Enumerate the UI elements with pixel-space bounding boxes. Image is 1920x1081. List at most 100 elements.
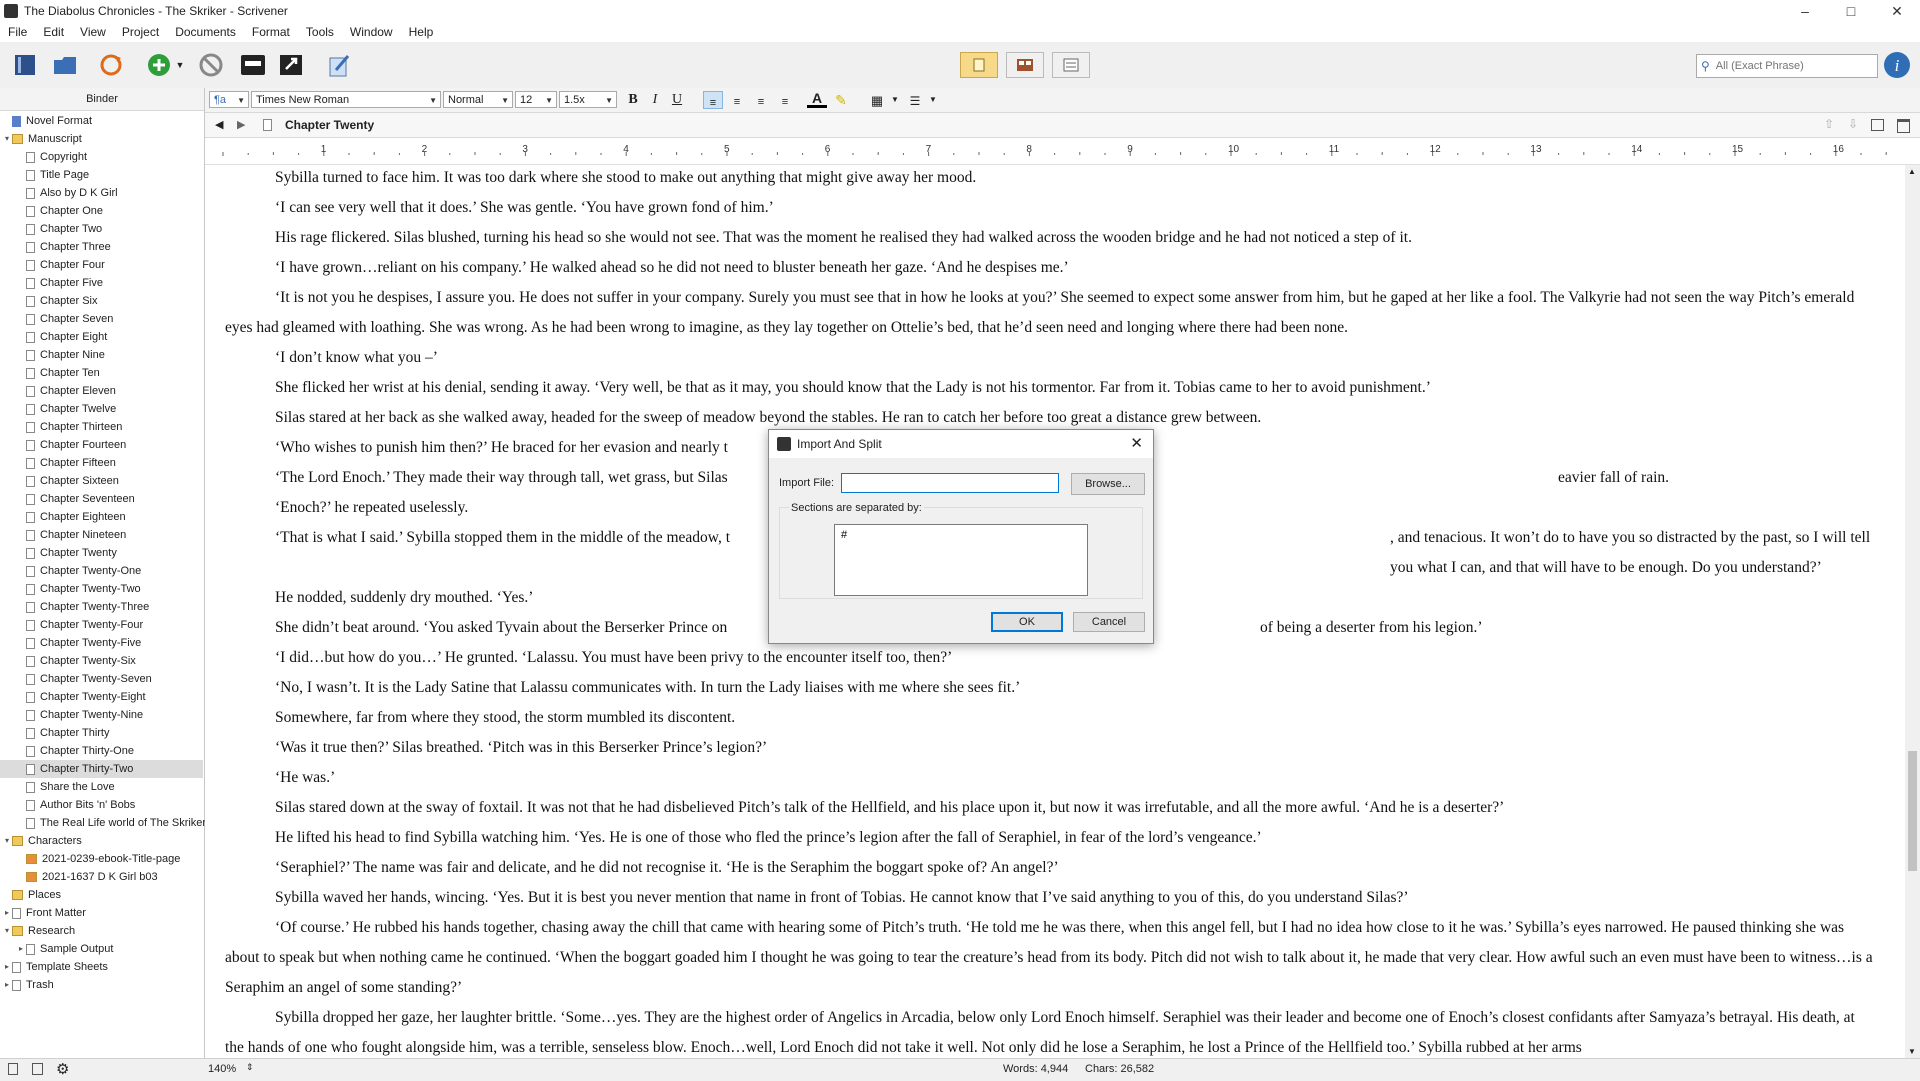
binder-item[interactable]: 2021-1637 D K Girl b03 [0,868,203,886]
info-button[interactable]: i [1882,50,1912,80]
binder-item[interactable]: Chapter Seven [0,310,203,328]
text-color-button[interactable]: A [807,91,827,108]
list-button[interactable]: ☰ [905,91,925,109]
ok-button[interactable]: OK [991,612,1063,632]
split-vertical-icon[interactable] [1871,119,1884,131]
search-input[interactable] [1713,59,1877,73]
binder-item[interactable]: Chapter Nine [0,346,203,364]
trash-button[interactable] [194,48,228,82]
chevron-right-icon[interactable]: ▸ [2,958,12,976]
menu-format[interactable]: Format [244,25,298,39]
ruler[interactable]: 1 2 3 4 5 6 7 8 9 10 11 12 13 14 15 16 [205,138,1920,165]
composition-mode-button[interactable] [236,48,270,82]
binder-item[interactable]: Chapter Sixteen [0,472,203,490]
close-icon[interactable]: ✕ [1130,434,1143,452]
binder-item[interactable]: Chapter Twenty-Nine [0,706,203,724]
binder-item[interactable]: Chapter Thirteen [0,418,203,436]
menu-tools[interactable]: Tools [298,25,342,39]
bold-button[interactable]: B [623,91,643,109]
binder-item[interactable]: Copyright [0,148,203,166]
chevron-down-icon[interactable]: ▾ [2,832,12,850]
chevron-right-icon[interactable]: ▸ [16,940,26,958]
menu-project[interactable]: Project [114,25,167,39]
up-arrow-icon[interactable]: ⇧ [1824,117,1834,131]
line-spacing-select[interactable]: 1.5x ▼ [559,91,617,108]
editor-scrollbar[interactable]: ▲ ▼ [1905,165,1920,1058]
font-style-select[interactable]: Normal ▼ [443,91,513,108]
list-dropdown[interactable]: ▼ [927,91,939,109]
binder-item[interactable]: Chapter Twenty [0,544,203,562]
zoom-value[interactable]: 140% [208,1063,236,1075]
binder-item[interactable]: Title Page [0,166,203,184]
settings-gear-icon[interactable]: ⚙ [56,1060,69,1078]
align-right-button[interactable]: ≡ [775,91,795,109]
menu-documents[interactable]: Documents [167,25,244,39]
menu-file[interactable]: File [0,25,35,39]
binder-item[interactable]: Chapter Eight [0,328,203,346]
italic-button[interactable]: I [645,91,665,109]
binder-item[interactable]: ▾ Manuscript [0,130,203,148]
binder-item[interactable]: Places [0,886,203,904]
binder-item[interactable]: Chapter Seventeen [0,490,203,508]
binder-item[interactable]: Chapter Fourteen [0,436,203,454]
chevron-down-icon[interactable]: ▾ [2,922,12,940]
maximize-icon[interactable]: □ [1828,0,1874,22]
binder-item[interactable]: Chapter Five [0,274,203,292]
outliner-view-button[interactable] [1052,52,1090,78]
split-horizontal-icon[interactable] [1897,119,1910,133]
menu-help[interactable]: Help [401,25,442,39]
binder-item[interactable]: Chapter Thirty [0,724,203,742]
zoom-stepper-icon[interactable]: ⇕ [246,1062,254,1073]
binder-item[interactable]: Chapter Twenty-Four [0,616,203,634]
browse-button[interactable]: Browse... [1071,473,1145,495]
binder-item[interactable]: ▾ Research [0,922,203,940]
binder-item[interactable]: ▸ Trash [0,976,203,994]
table-dropdown[interactable]: ▼ [889,91,901,109]
menu-edit[interactable]: Edit [35,25,72,39]
compile-button[interactable] [322,48,356,82]
import-file-input[interactable] [841,473,1059,493]
binder-item[interactable]: Chapter Twenty-Eight [0,688,203,706]
binder-item[interactable]: Chapter Six [0,292,203,310]
binder-item[interactable]: Novel Format [0,112,203,130]
chevron-right-icon[interactable]: ▸ [2,976,12,994]
binder-item[interactable]: ▸ Sample Output [0,940,203,958]
minimize-icon[interactable]: – [1782,0,1828,22]
forward-arrow-icon[interactable]: ▶ [237,118,245,131]
binder-item[interactable]: Chapter Three [0,238,203,256]
font-size-select[interactable]: 12 ▼ [515,91,557,108]
binder-item[interactable]: Chapter Twenty-Two [0,580,203,598]
search-box[interactable]: ⚲ [1696,54,1878,78]
separator-textarea[interactable]: # [834,524,1088,596]
down-arrow-icon[interactable]: ⇩ [1848,117,1858,131]
quick-reference-button[interactable] [274,48,308,82]
binder-toggle-button[interactable] [8,48,42,82]
scrollbar-thumb[interactable] [1908,751,1917,871]
align-justify-button[interactable]: ≡ [751,91,771,109]
binder-item[interactable]: Share the Love [0,778,203,796]
binder-item[interactable]: Also by D K Girl [0,184,203,202]
binder-item[interactable]: Chapter Twenty-Seven [0,670,203,688]
binder-item[interactable]: Chapter Four [0,256,203,274]
menu-window[interactable]: Window [342,25,401,39]
binder-item[interactable]: Chapter One [0,202,203,220]
binder-item[interactable]: 2021-0239-ebook-Title-page [0,850,203,868]
chevron-down-icon[interactable]: ▾ [2,130,12,148]
chevron-right-icon[interactable]: ▸ [2,904,12,922]
binder-item[interactable]: Chapter Twenty-One [0,562,203,580]
binder-item[interactable]: Chapter Eleven [0,382,203,400]
close-window-icon[interactable]: ✕ [1874,0,1920,22]
binder-item[interactable]: Chapter Ten [0,364,203,382]
collections-button[interactable] [48,48,82,82]
corkboard-view-button[interactable] [1006,52,1044,78]
highlight-button[interactable]: ✎ [831,91,851,109]
add-folder-icon[interactable] [32,1063,43,1075]
table-button[interactable]: ▦ [867,91,887,109]
paragraph-style-select[interactable]: ¶a ▼ [209,91,249,108]
sync-button[interactable] [94,48,128,82]
binder-item[interactable]: Chapter Thirty-One [0,742,203,760]
back-arrow-icon[interactable]: ◀ [215,118,223,131]
binder-item[interactable]: ▾ Characters [0,832,203,850]
underline-button[interactable]: U [667,91,687,109]
font-select[interactable]: Times New Roman ▼ [251,91,441,108]
